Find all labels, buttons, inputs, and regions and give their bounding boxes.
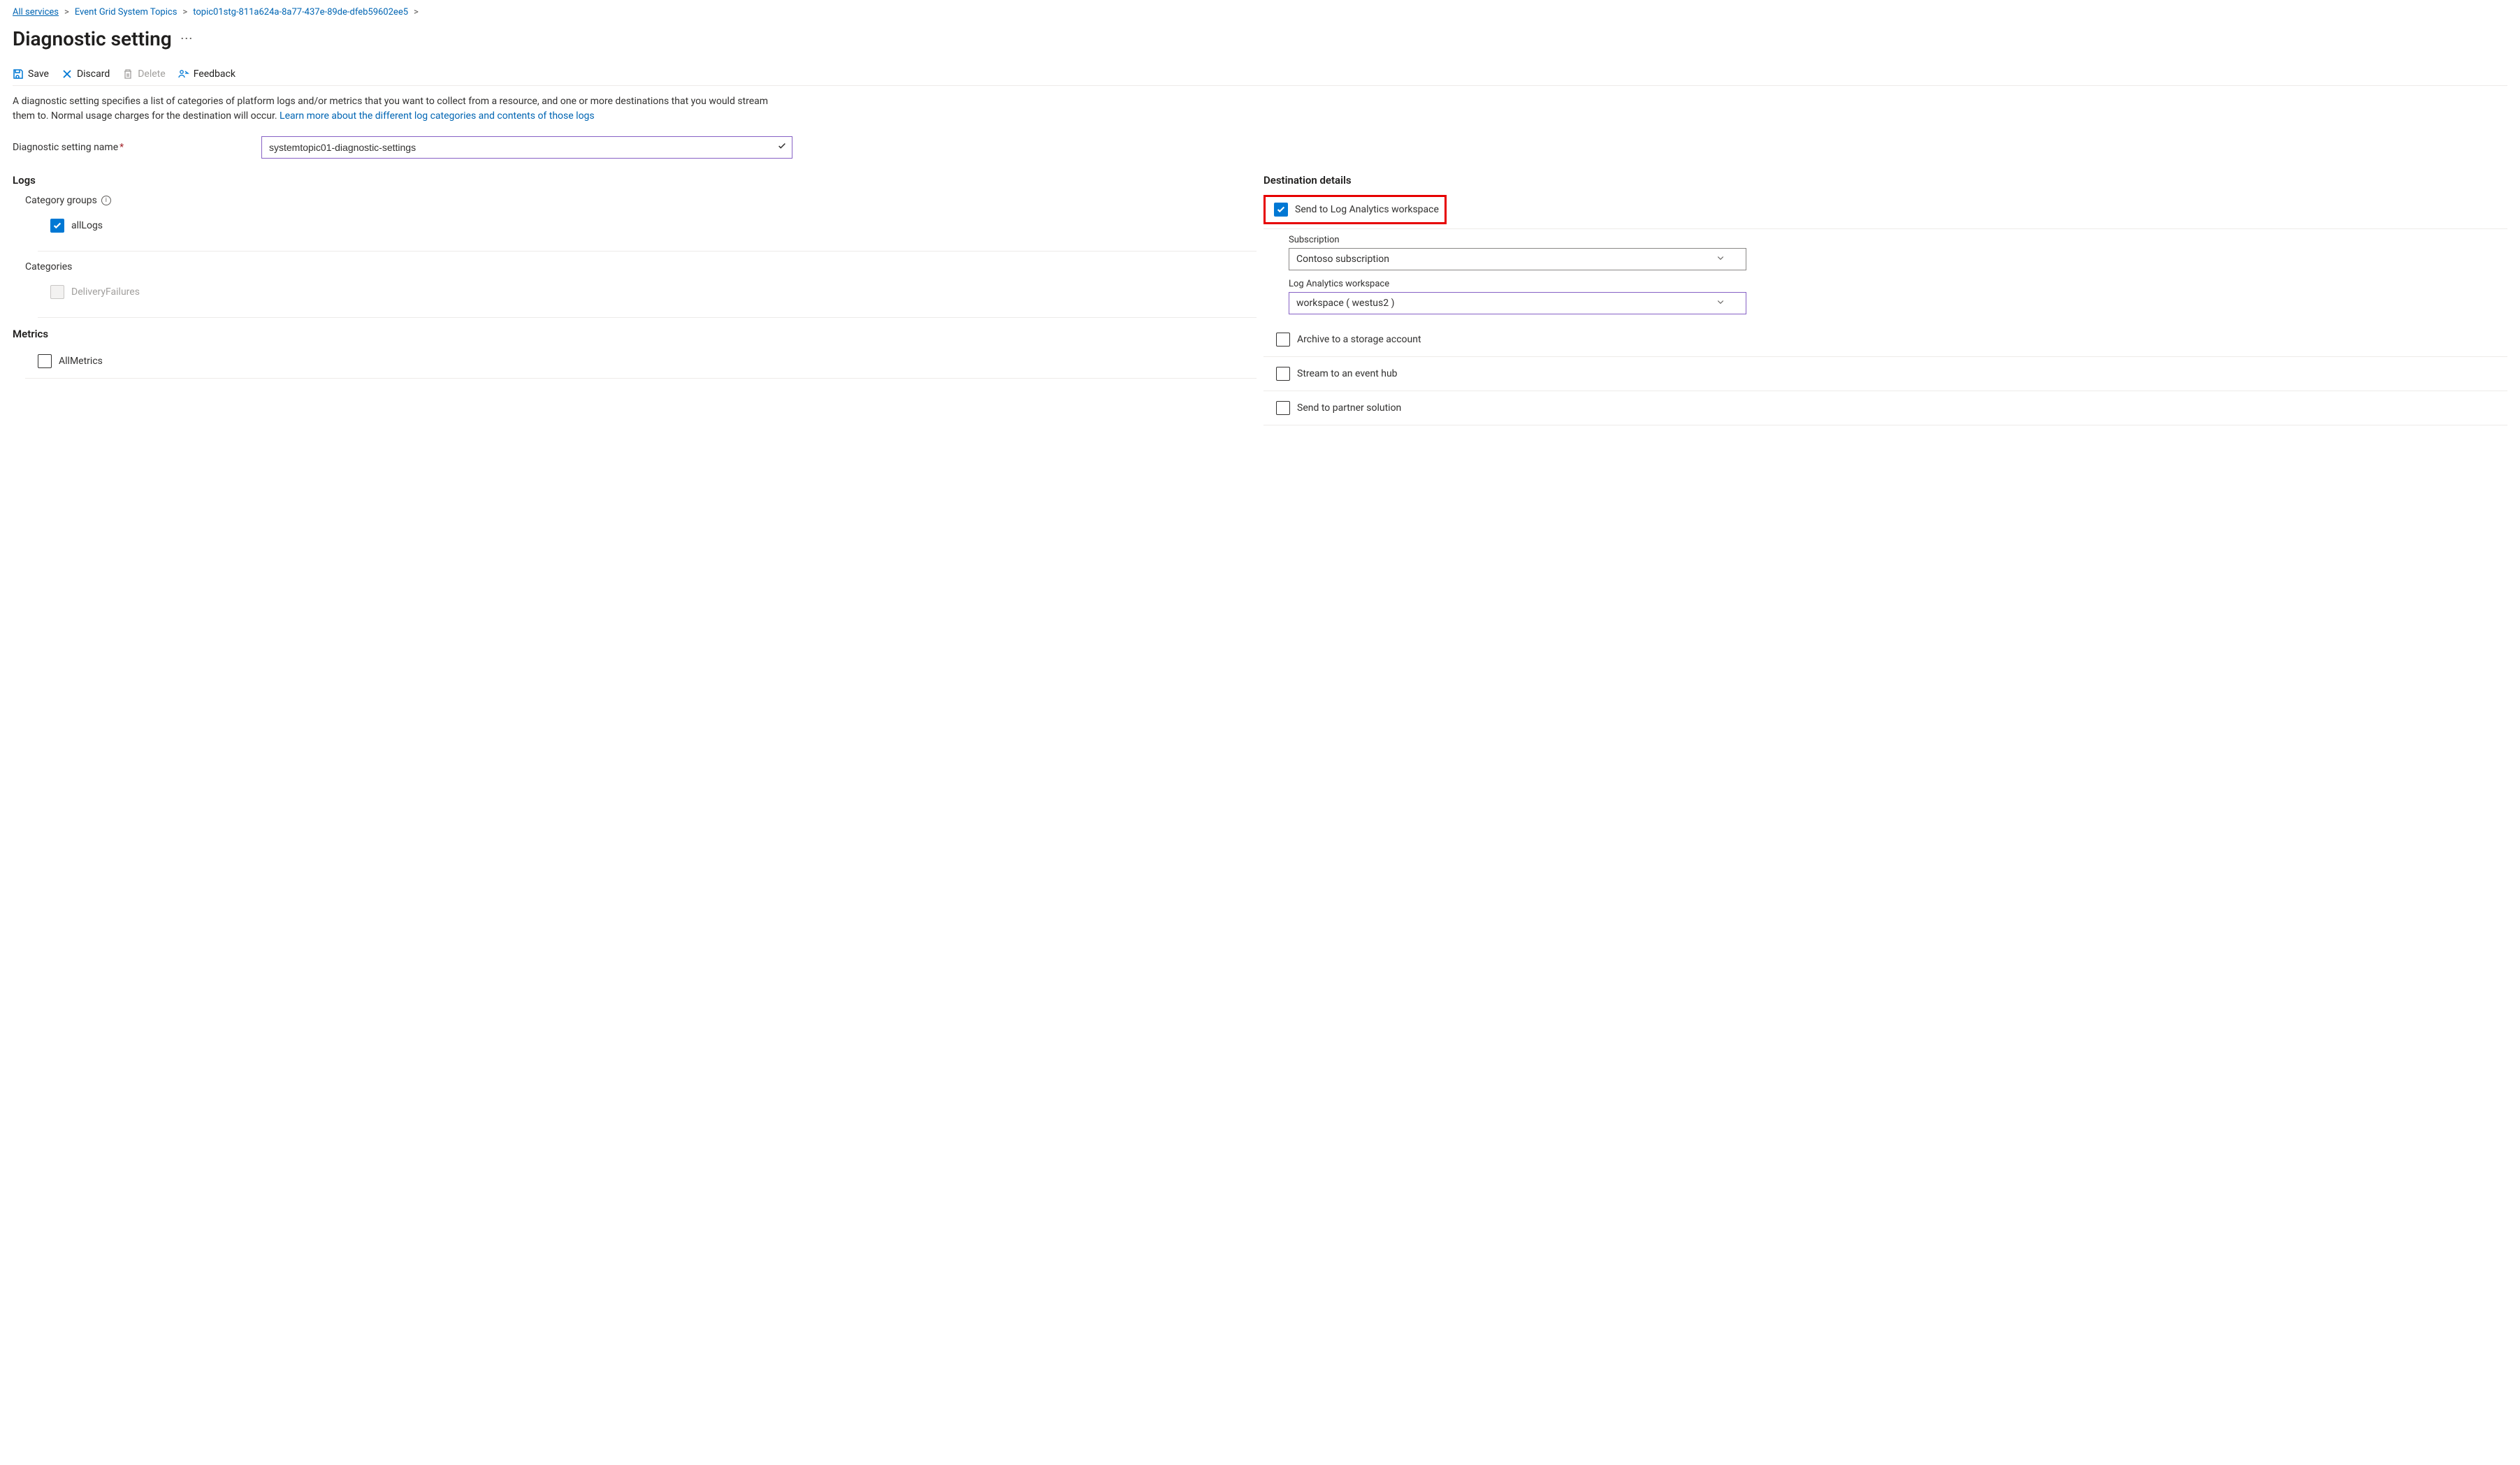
archive-storage-checkbox[interactable] — [1276, 333, 1290, 347]
all-metrics-row: AllMetrics — [38, 349, 1257, 374]
setting-name-label-text: Diagnostic setting name — [13, 142, 118, 153]
setting-name-input[interactable] — [261, 136, 792, 159]
page-title: Diagnostic setting — [13, 27, 172, 50]
subscription-label: Subscription — [1289, 235, 2507, 245]
check-icon — [777, 141, 787, 154]
stream-eventhub-checkbox[interactable] — [1276, 367, 1290, 381]
required-indicator: * — [120, 142, 124, 153]
delete-button: Delete — [122, 68, 165, 80]
divider — [25, 378, 1257, 379]
close-icon — [61, 68, 73, 80]
all-logs-label: allLogs — [71, 220, 103, 231]
send-partner-label: Send to partner solution — [1297, 402, 1401, 414]
divider — [1263, 228, 2507, 229]
chevron-down-icon — [1716, 254, 1725, 265]
metrics-heading: Metrics — [13, 328, 1257, 340]
categories-label: Categories — [25, 261, 1257, 272]
discard-button[interactable]: Discard — [61, 68, 110, 80]
info-icon[interactable]: i — [101, 196, 111, 205]
archive-storage-row: Archive to a storage account — [1263, 323, 2507, 357]
breadcrumb: All services > Event Grid System Topics … — [13, 7, 2507, 17]
send-partner-checkbox[interactable] — [1276, 401, 1290, 415]
feedback-button[interactable]: Feedback — [178, 68, 236, 80]
delivery-failures-checkbox — [50, 285, 64, 299]
setting-name-row: Diagnostic setting name* — [13, 136, 2507, 159]
chevron-right-icon: > — [414, 7, 419, 17]
divider — [38, 251, 1257, 252]
workspace-value: workspace ( westus2 ) — [1296, 298, 1394, 309]
stream-eventhub-label: Stream to an event hub — [1297, 368, 1398, 379]
send-la-label: Send to Log Analytics workspace — [1295, 204, 1439, 215]
chevron-right-icon: > — [64, 7, 69, 17]
workspace-select[interactable]: workspace ( westus2 ) — [1289, 292, 1746, 314]
all-metrics-checkbox[interactable] — [38, 354, 52, 368]
subscription-select[interactable]: Contoso subscription — [1289, 248, 1746, 270]
left-column: Logs Category groups i allLogs Categorie… — [13, 174, 1257, 425]
category-groups-text: Category groups — [25, 195, 97, 206]
trash-icon — [122, 68, 133, 80]
more-actions-button[interactable]: ⋯ — [180, 31, 193, 46]
main-columns: Logs Category groups i allLogs Categorie… — [13, 174, 2507, 425]
breadcrumb-event-grid[interactable]: Event Grid System Topics — [75, 7, 178, 17]
stream-eventhub-row: Stream to an event hub — [1263, 357, 2507, 391]
delivery-failures-row: DeliveryFailures — [50, 279, 1257, 305]
category-groups-section: Category groups i allLogs — [25, 195, 1257, 238]
destination-heading: Destination details — [1263, 174, 2507, 187]
send-partner-row: Send to partner solution — [1263, 391, 2507, 425]
workspace-label: Log Analytics workspace — [1289, 279, 2507, 289]
learn-more-link[interactable]: Learn more about the different log categ… — [280, 110, 595, 122]
divider — [38, 317, 1257, 318]
chevron-down-icon — [1716, 298, 1725, 309]
setting-name-label: Diagnostic setting name* — [13, 142, 250, 153]
right-column: Destination details Send to Log Analytic… — [1257, 174, 2507, 425]
delete-label: Delete — [138, 68, 165, 80]
delivery-failures-label: DeliveryFailures — [71, 286, 140, 298]
category-groups-label: Category groups i — [25, 195, 1257, 206]
send-la-checkbox[interactable] — [1274, 203, 1288, 217]
discard-label: Discard — [77, 68, 110, 80]
description: A diagnostic setting specifies a list of… — [13, 94, 781, 124]
chevron-right-icon: > — [182, 7, 187, 17]
logs-heading: Logs — [13, 174, 1257, 187]
categories-section: Categories DeliveryFailures — [25, 261, 1257, 305]
feedback-label: Feedback — [194, 68, 236, 80]
save-label: Save — [28, 68, 49, 80]
archive-storage-label: Archive to a storage account — [1297, 334, 1421, 345]
la-fields: Subscription Contoso subscription Log An… — [1289, 235, 2507, 314]
feedback-icon — [178, 68, 189, 80]
all-logs-row: allLogs — [50, 213, 1257, 238]
toolbar: Save Discard Delete Feedback — [13, 68, 2507, 86]
breadcrumb-all-services[interactable]: All services — [13, 7, 59, 17]
all-metrics-label: AllMetrics — [59, 356, 103, 367]
breadcrumb-topic[interactable]: topic01stg-811a624a-8a77-437e-89de-dfeb5… — [193, 7, 408, 17]
highlight-send-la: Send to Log Analytics workspace — [1263, 195, 1447, 224]
categories-text: Categories — [25, 261, 72, 272]
all-logs-checkbox[interactable] — [50, 219, 64, 233]
save-icon — [13, 68, 24, 80]
setting-name-input-wrap — [261, 136, 792, 159]
page-title-row: Diagnostic setting ⋯ — [13, 27, 2507, 50]
subscription-value: Contoso subscription — [1296, 254, 1389, 265]
save-button[interactable]: Save — [13, 68, 49, 80]
